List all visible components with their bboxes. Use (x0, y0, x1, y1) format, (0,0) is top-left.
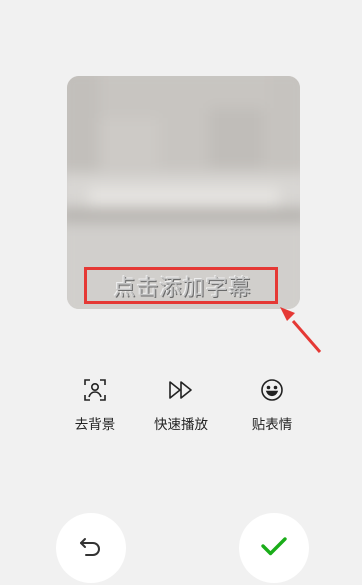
confirm-button[interactable] (239, 513, 309, 583)
fast-forward-icon (141, 375, 221, 405)
fast-play-button[interactable]: 快速播放 (141, 375, 221, 433)
undo-button[interactable] (56, 513, 126, 583)
add-sticker-button[interactable]: 贴表情 (232, 375, 312, 433)
portrait-frame-icon (55, 375, 135, 405)
checkmark-icon (260, 535, 288, 561)
undo-icon (78, 536, 104, 560)
add-sticker-label: 贴表情 (251, 417, 293, 433)
fast-play-label: 快速播放 (154, 417, 208, 433)
remove-background-button[interactable]: 去背景 (55, 375, 135, 433)
annotation-highlight-box (84, 267, 278, 304)
remove-background-label: 去背景 (74, 417, 116, 433)
smiley-icon (232, 375, 312, 405)
